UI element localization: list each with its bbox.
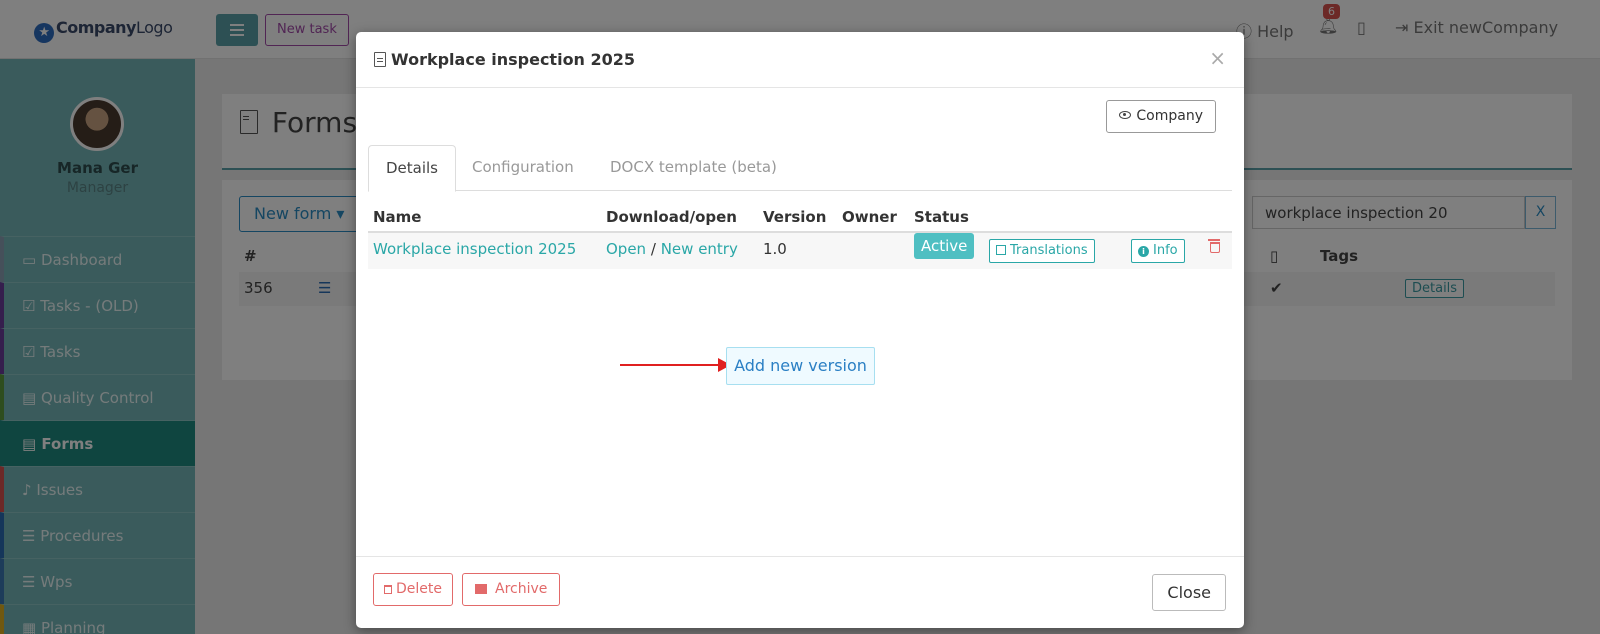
info-circle-icon: i bbox=[1138, 246, 1149, 257]
add-new-version-button[interactable]: Add new version bbox=[726, 347, 875, 385]
column-header-owner: Owner bbox=[842, 208, 897, 226]
delete-button[interactable]: Delete bbox=[373, 573, 453, 606]
trash-icon bbox=[384, 585, 392, 594]
trash-icon[interactable] bbox=[1208, 239, 1220, 253]
column-header-version: Version bbox=[763, 208, 827, 226]
status-badge: Active bbox=[914, 233, 975, 259]
open-link[interactable]: Open bbox=[606, 240, 646, 258]
form-modal: Workplace inspection 2025 × Company Deta… bbox=[356, 32, 1244, 628]
column-header-status: Status bbox=[914, 208, 969, 226]
tab-configuration[interactable]: Configuration bbox=[455, 145, 591, 191]
translations-button[interactable]: Translations bbox=[989, 239, 1095, 263]
modal-title: Workplace inspection 2025 bbox=[374, 50, 635, 69]
annotation-arrow bbox=[620, 364, 720, 366]
column-header-download: Download/open bbox=[606, 208, 737, 226]
tab-docx-template[interactable]: DOCX template (beta) bbox=[593, 145, 794, 191]
tab-details[interactable]: Details bbox=[368, 145, 457, 192]
version-cell: 1.0 bbox=[763, 240, 787, 258]
company-view-button[interactable]: Company bbox=[1106, 100, 1216, 133]
modal-tabs: Details Configuration DOCX template (bet… bbox=[368, 145, 1232, 192]
archive-button[interactable]: Archive bbox=[462, 573, 561, 606]
new-entry-link[interactable]: New entry bbox=[661, 240, 738, 258]
modal-header: Workplace inspection 2025 × bbox=[356, 32, 1244, 88]
file-icon bbox=[374, 52, 386, 67]
eye-icon bbox=[1119, 111, 1132, 119]
close-icon[interactable]: × bbox=[1209, 46, 1226, 70]
info-button[interactable]: i Info bbox=[1131, 239, 1185, 263]
form-name-link[interactable]: Workplace inspection 2025 bbox=[373, 240, 576, 258]
archive-icon bbox=[475, 584, 487, 594]
language-icon bbox=[996, 245, 1006, 255]
column-header-name: Name bbox=[373, 208, 422, 226]
close-button[interactable]: Close bbox=[1152, 574, 1226, 611]
download-open-cell: Open / New entry bbox=[606, 240, 738, 258]
